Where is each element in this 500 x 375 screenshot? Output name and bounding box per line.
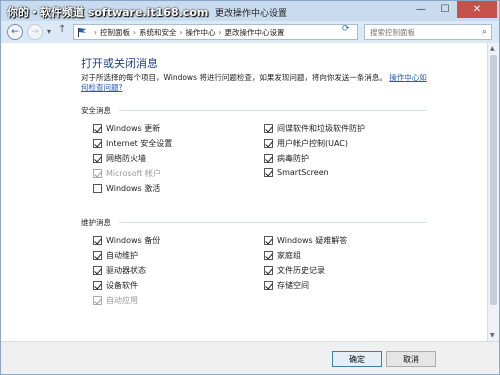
- checkbox-box[interactable]: [93, 281, 102, 290]
- checkbox-box[interactable]: [93, 139, 102, 148]
- breadcrumb-separator: ›: [179, 27, 183, 37]
- checkbox-label: 文件历史记录: [277, 266, 325, 275]
- checkbox-box[interactable]: [93, 266, 102, 275]
- checkbox-device-software[interactable]: 设备软件: [93, 280, 138, 291]
- checkbox-label: SmartScreen: [277, 168, 329, 177]
- description-text: 对于所选择的每个项目，Windows 将进行问题检查，如果发现问题，将向你发送一…: [81, 73, 387, 82]
- checkbox-network-firewall[interactable]: 网络防火墙: [93, 153, 146, 164]
- cancel-button[interactable]: 取消: [386, 351, 436, 367]
- checkbox-box[interactable]: [264, 281, 273, 290]
- checkbox-file-history[interactable]: 文件历史记录: [264, 265, 325, 276]
- minimize-button[interactable]: —: [409, 1, 433, 18]
- maintenance-section-title: 维护消息: [81, 218, 111, 227]
- checkbox-box[interactable]: [264, 124, 273, 133]
- checkbox-spyware-protection[interactable]: 间谍软件和垃圾软件防护: [264, 123, 365, 134]
- checkbox-box[interactable]: [93, 184, 102, 193]
- checkbox-storage-spaces[interactable]: 存储空间: [264, 280, 309, 291]
- breadcrumb-separator: ›: [218, 27, 222, 37]
- checkbox-microsoft-account: Microsoft 帐户: [93, 168, 161, 179]
- settings-content: 打开或关闭消息 对于所选择的每个项目，Windows 将进行问题检查，如果发现问…: [1, 43, 487, 341]
- address-bar-row: ← → ▾ ↑ › 控制面板 › 系统和安全 › 操作中心 › 更改操作中心设置…: [1, 21, 499, 43]
- scroll-up-icon[interactable]: ▲: [490, 45, 495, 52]
- checkbox-auto-apps: 自动应用: [93, 295, 138, 306]
- title-bar: 你的・软件频道 software.it168.com 更改操作中心设置 — ☐ …: [1, 1, 499, 21]
- search-input[interactable]: 搜索控制面板 ⌕: [364, 24, 492, 40]
- up-arrow-icon[interactable]: ↑: [58, 24, 66, 35]
- checkbox-label: 网络防火墙: [106, 154, 146, 163]
- breadcrumb-separator: ›: [94, 27, 97, 37]
- search-placeholder: 搜索控制面板: [370, 27, 415, 37]
- checkbox-label: 自动维护: [106, 251, 138, 260]
- checkbox-label: 自动应用: [106, 296, 138, 305]
- checkbox-label: 存储空间: [277, 281, 309, 290]
- breadcrumb-system-security[interactable]: 系统和安全: [139, 27, 177, 38]
- breadcrumb-change-settings[interactable]: 更改操作中心设置: [225, 27, 285, 38]
- section-divider: [119, 110, 427, 111]
- recent-pages-dropdown-icon[interactable]: ▾: [47, 27, 51, 36]
- checkbox-virus-protection[interactable]: 病毒防护: [264, 153, 309, 164]
- checkbox-box[interactable]: [93, 124, 102, 133]
- checkbox-label: Windows 备份: [106, 236, 161, 245]
- checkbox-box: [93, 169, 102, 178]
- checkbox-box[interactable]: [93, 251, 102, 260]
- breadcrumb-action-center[interactable]: 操作中心: [186, 27, 216, 38]
- breadcrumb-separator: ›: [133, 27, 136, 37]
- checkbox-internet-security[interactable]: Internet 安全设置: [93, 138, 172, 149]
- security-section-title: 安全消息: [81, 106, 111, 115]
- checkbox-box[interactable]: [93, 154, 102, 163]
- page-title: 打开或关闭消息: [81, 57, 158, 70]
- breadcrumb-control-panel[interactable]: 控制面板: [100, 27, 130, 38]
- section-divider: [119, 222, 427, 223]
- scrollbar-thumb[interactable]: [490, 55, 497, 305]
- watermark: 你的・软件频道 software.it168.com: [7, 6, 209, 19]
- checkbox-drive-status[interactable]: 驱动器状态: [93, 265, 146, 276]
- control-panel-window: 你的・软件频道 software.it168.com 更改操作中心设置 — ☐ …: [0, 0, 500, 375]
- checkbox-box[interactable]: [264, 139, 273, 148]
- maximize-button[interactable]: ☐: [433, 1, 457, 18]
- checkbox-label: 用户帐户控制(UAC): [277, 139, 349, 148]
- checkbox-auto-maintenance[interactable]: 自动维护: [93, 250, 138, 261]
- checkbox-windows-activation[interactable]: Windows 激活: [93, 183, 160, 194]
- ok-button[interactable]: 确定: [332, 351, 382, 367]
- checkbox-label: Microsoft 帐户: [106, 169, 161, 178]
- checkbox-box: [93, 296, 102, 305]
- checkbox-windows-update[interactable]: Windows 更新: [93, 123, 160, 134]
- checkbox-label: 设备软件: [106, 281, 138, 290]
- page-description: 对于所选择的每个项目，Windows 将进行问题检查，如果发现问题，将向你发送一…: [81, 73, 433, 93]
- checkbox-label: 病毒防护: [277, 154, 309, 163]
- checkbox-troubleshooting[interactable]: Windows 疑难解答: [264, 235, 347, 246]
- address-box[interactable]: › 控制面板 › 系统和安全 › 操作中心 › 更改操作中心设置: [73, 24, 358, 40]
- close-button[interactable]: ✕: [457, 1, 497, 18]
- forward-arrow-icon[interactable]: →: [27, 24, 43, 40]
- scroll-down-icon[interactable]: ▼: [490, 332, 495, 339]
- checkbox-box[interactable]: [264, 154, 273, 163]
- checkbox-label: Windows 疑难解答: [277, 236, 348, 245]
- checkbox-box[interactable]: [93, 236, 102, 245]
- refresh-icon[interactable]: ⟳: [342, 24, 350, 34]
- checkbox-label: Windows 更新: [106, 124, 161, 133]
- checkbox-label: 间谍软件和垃圾软件防护: [277, 124, 365, 133]
- search-icon[interactable]: ⌕: [482, 27, 487, 37]
- window-title: 更改操作中心设置: [215, 9, 288, 19]
- checkbox-box[interactable]: [264, 168, 273, 177]
- checkbox-label: Internet 安全设置: [106, 139, 173, 148]
- back-arrow-icon[interactable]: ←: [7, 24, 23, 40]
- checkbox-homegroup[interactable]: 家庭组: [264, 250, 301, 261]
- dialog-footer: 确定 取消: [1, 341, 499, 374]
- checkbox-label: 驱动器状态: [106, 266, 146, 275]
- checkbox-windows-backup[interactable]: Windows 备份: [93, 235, 160, 246]
- action-center-flag-icon: [78, 28, 86, 37]
- checkbox-box[interactable]: [264, 236, 273, 245]
- checkbox-smartscreen[interactable]: SmartScreen: [264, 168, 329, 177]
- checkbox-label: Windows 激活: [106, 184, 161, 193]
- checkbox-label: 家庭组: [277, 251, 301, 260]
- checkbox-uac[interactable]: 用户帐户控制(UAC): [264, 138, 348, 149]
- checkbox-box[interactable]: [264, 251, 273, 260]
- vertical-scrollbar[interactable]: ▲ ▼: [487, 43, 499, 341]
- checkbox-box[interactable]: [264, 266, 273, 275]
